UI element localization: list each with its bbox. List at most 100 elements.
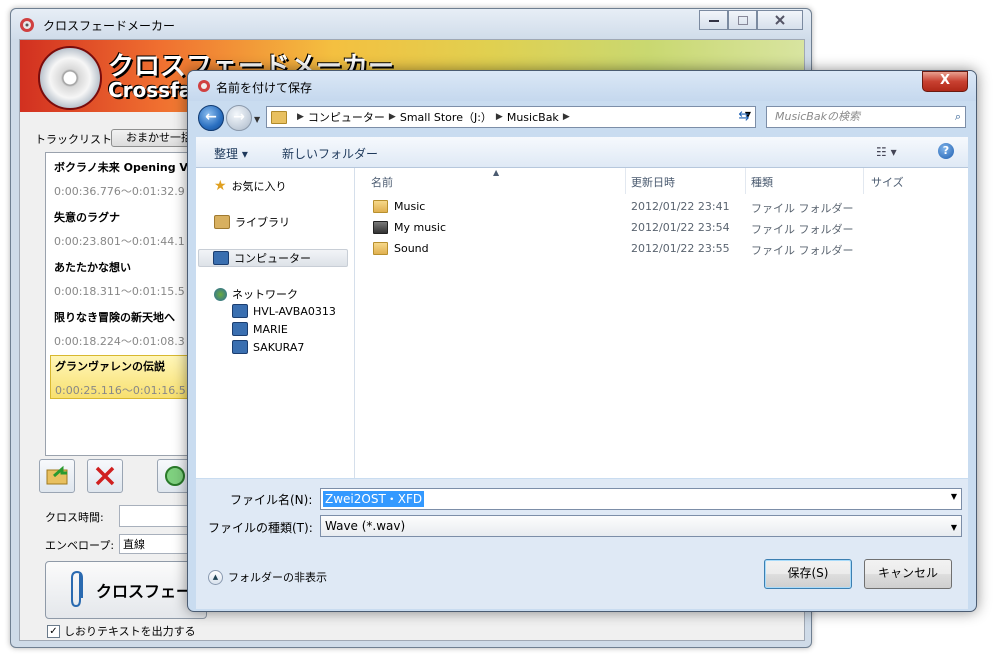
chevron-right-icon[interactable]: ▶ xyxy=(496,112,503,122)
chevron-up-icon: ▲ xyxy=(208,569,223,585)
new-folder-button[interactable]: 新しいフォルダー xyxy=(282,145,378,162)
refresh-icon: ⇆ xyxy=(738,109,750,124)
column-header-name[interactable]: 名前 xyxy=(371,174,393,190)
view-options-icon[interactable]: ☷ ▾ xyxy=(876,145,897,159)
nav-computer[interactable]: コンピューター xyxy=(198,249,348,267)
nav-favorites[interactable]: ★ お気に入り xyxy=(214,178,287,194)
file-type: ファイル フォルダー xyxy=(751,202,854,215)
nav-network-item[interactable]: HVL-AVBA0313 xyxy=(232,304,336,318)
column-header-type[interactable]: 種類 xyxy=(751,174,773,190)
breadcrumb-folder[interactable]: MusicBak xyxy=(507,111,559,124)
nav-network-item[interactable]: MARIE xyxy=(232,322,288,336)
dialog-title-bar[interactable]: 名前を付けて保存 X xyxy=(188,71,976,101)
app-icon xyxy=(198,80,210,92)
crossfade-button[interactable]: クロスフェー xyxy=(45,561,207,619)
organize-menu[interactable]: 整理 ▾ xyxy=(214,145,248,162)
folder-icon xyxy=(271,110,287,124)
chevron-down-icon: ▼ xyxy=(950,523,957,532)
navigation-bar: ← → ▼ ▶ コンピューター ▶ Small Store（J:） ▶ Musi… xyxy=(196,103,968,133)
hide-folders-toggle[interactable]: ▲ フォルダーの非表示 xyxy=(208,569,327,585)
app-icon xyxy=(20,18,34,32)
column-header-modified[interactable]: 更新日時 xyxy=(631,174,675,190)
search-icon[interactable]: ⌕ xyxy=(955,107,961,127)
folder-icon xyxy=(373,242,388,255)
save-as-dialog: 名前を付けて保存 X ← → ▼ ▶ コンピューター ▶ Small Store… xyxy=(187,70,977,612)
tracklist-label: トラックリスト: xyxy=(35,133,116,146)
file-row[interactable]: Sound xyxy=(373,242,429,255)
close-icon: X xyxy=(939,73,951,88)
save-button[interactable]: 保存(S) xyxy=(764,559,852,589)
dialog-title: 名前を付けて保存 xyxy=(216,81,313,95)
history-dropdown-icon[interactable]: ▼ xyxy=(254,115,260,124)
open-folder-icon xyxy=(46,465,68,485)
network-item-label: HVL-AVBA0313 xyxy=(253,304,336,318)
help-icon[interactable]: ? xyxy=(938,143,954,159)
file-type: ファイル フォルダー xyxy=(751,244,854,257)
filetype-select[interactable]: Wave (*.wav) ▼ xyxy=(320,515,962,537)
nav-network[interactable]: ネットワーク xyxy=(214,286,298,302)
computer-icon xyxy=(232,322,248,336)
computer-icon xyxy=(232,304,248,318)
save-options-panel: ファイル名(N): Zwei2OST・XFD ▼ ファイルの種類(T): Wav… xyxy=(196,479,968,609)
search-input[interactable]: MusicBakの検索 ⌕ xyxy=(766,106,966,128)
computer-icon xyxy=(213,251,229,265)
file-list[interactable]: 名前 ▲ 更新日時 種類 サイズ Music 2012/01/22 23:41 … xyxy=(355,168,968,478)
cd-icon xyxy=(38,46,102,110)
nav-favorites-label: お気に入り xyxy=(231,180,287,193)
nav-network-item[interactable]: SAKURA7 xyxy=(232,340,304,354)
filetype-label: ファイルの種類(T): xyxy=(208,521,313,535)
music-folder-icon xyxy=(373,221,388,234)
file-name: Music xyxy=(394,200,426,213)
nav-libraries-label: ライブラリ xyxy=(235,216,290,229)
open-folder-button[interactable] xyxy=(39,459,75,493)
arrow-left-icon: ← xyxy=(205,109,217,125)
folder-icon xyxy=(373,200,388,213)
envelope-label: エンベロープ: xyxy=(45,539,115,552)
file-modified: 2012/01/22 23:54 xyxy=(631,221,730,234)
maximize-button[interactable] xyxy=(728,10,757,30)
close-icon xyxy=(775,15,785,25)
back-button[interactable]: ← xyxy=(198,105,224,131)
file-modified: 2012/01/22 23:41 xyxy=(631,200,730,213)
cross-time-label: クロス時間: xyxy=(45,511,104,524)
chevron-right-icon[interactable]: ▶ xyxy=(389,112,396,122)
column-divider[interactable] xyxy=(625,168,626,194)
delete-icon xyxy=(95,466,115,486)
cancel-button[interactable]: キャンセル xyxy=(864,559,952,589)
bookmark-checkbox[interactable]: ✓ xyxy=(47,624,60,638)
network-icon xyxy=(214,287,227,301)
chevron-down-icon[interactable]: ▼ xyxy=(951,492,957,501)
file-row[interactable]: Music xyxy=(373,200,425,213)
bookmark-option[interactable]: ✓ しおりテキストを出力する xyxy=(47,623,196,639)
filetype-value: Wave (*.wav) xyxy=(325,519,406,533)
sort-ascending-icon: ▲ xyxy=(493,168,500,177)
maximize-icon xyxy=(737,15,748,25)
refresh-button[interactable]: ⇆ xyxy=(734,106,754,128)
column-header-size[interactable]: サイズ xyxy=(871,174,904,190)
window-title: クロスフェードメーカー xyxy=(43,19,176,33)
nav-libraries[interactable]: ライブラリ xyxy=(214,214,290,230)
forward-button[interactable]: → xyxy=(226,105,252,131)
close-button[interactable] xyxy=(757,10,803,30)
column-divider[interactable] xyxy=(863,168,864,194)
breadcrumb-computer[interactable]: コンピューター xyxy=(308,109,385,125)
column-divider[interactable] xyxy=(745,168,746,194)
filename-input[interactable]: Zwei2OST・XFD ▼ xyxy=(320,488,962,510)
crossfade-button-label: クロスフェー xyxy=(96,582,193,601)
chevron-right-icon[interactable]: ▶ xyxy=(563,112,570,122)
breadcrumb-drive[interactable]: Small Store（J:） xyxy=(400,109,492,125)
file-row[interactable]: My music xyxy=(373,221,446,234)
minimize-button[interactable] xyxy=(699,10,728,30)
hide-folders-label: フォルダーの非表示 xyxy=(228,571,327,584)
nav-network-label: ネットワーク xyxy=(232,288,298,301)
file-name: My music xyxy=(394,221,447,234)
network-item-label: MARIE xyxy=(253,322,288,336)
command-bar: 整理 ▾ 新しいフォルダー ☷ ▾ ? xyxy=(196,137,968,168)
chevron-right-icon[interactable]: ▶ xyxy=(297,112,304,122)
delete-button[interactable] xyxy=(87,459,123,493)
library-icon xyxy=(214,215,230,229)
address-bar[interactable]: ▶ コンピューター ▶ Small Store（J:） ▶ MusicBak ▶… xyxy=(266,106,756,128)
title-bar[interactable]: クロスフェードメーカー xyxy=(11,9,811,39)
dialog-close-button[interactable]: X xyxy=(922,71,968,92)
bookmark-label: しおりテキストを出力する xyxy=(64,625,196,638)
